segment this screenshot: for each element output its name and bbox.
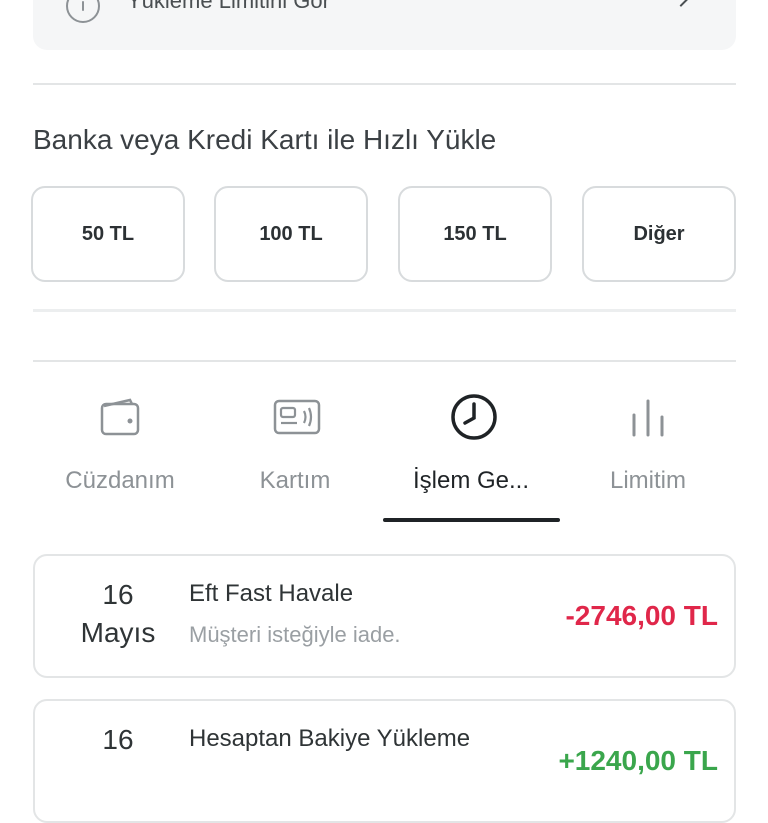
transaction-item[interactable]: 16 Hesaptan Bakiye Yükleme +1240,00 TL: [33, 699, 736, 823]
transaction-item[interactable]: 16 Mayıs Eft Fast Havale Müşteri isteğiy…: [33, 554, 736, 678]
divider: [33, 83, 736, 85]
tab-label: İşlem Ge...: [412, 467, 530, 494]
amount-button-150[interactable]: 150 TL: [398, 186, 552, 282]
wallet-icon: [98, 395, 142, 439]
tab-label: Cüzdanım: [65, 467, 175, 494]
transaction-date: 16 Mayıs: [63, 576, 173, 652]
tab-history[interactable]: İşlem Ge...: [383, 394, 559, 525]
tab-label: Limitim: [610, 467, 686, 494]
clock-icon: [449, 394, 497, 440]
transaction-title: Eft Fast Havale: [189, 580, 354, 607]
card-icon: [273, 395, 321, 439]
transaction-day: 16: [102, 724, 134, 755]
limit-card[interactable]: Yükleme Limitini Gör: [33, 0, 736, 50]
transaction-date: 16: [63, 721, 173, 759]
limit-card-label: Yükleme Limitini Gör: [127, 0, 330, 13]
tab-label: Kartım: [259, 467, 331, 494]
amount-button-other[interactable]: Diğer: [582, 186, 736, 282]
transaction-day: 16: [102, 579, 134, 610]
tab-card[interactable]: Kartım: [207, 395, 383, 525]
tab-limit[interactable]: Limitim: [560, 395, 736, 525]
active-tab-indicator: [383, 518, 560, 522]
amount-button-50[interactable]: 50 TL: [31, 186, 185, 282]
transaction-month: Mayıs: [80, 617, 156, 648]
transaction-amount: -2746,00 TL: [565, 600, 718, 631]
chevron-right-icon: [671, 0, 691, 7]
tab-wallet[interactable]: Cüzdanım: [32, 395, 208, 525]
transaction-description: Müşteri isteğiyle iade.: [189, 622, 401, 647]
info-icon: [66, 0, 100, 23]
quick-load-title: Banka veya Kredi Kartı ile Hızlı Yükle: [33, 124, 497, 155]
transaction-amount: +1240,00 TL: [558, 745, 718, 776]
bars-icon: [626, 395, 670, 439]
divider: [33, 309, 736, 312]
transaction-title: Hesaptan Bakiye Yükleme: [189, 725, 471, 752]
amount-button-100[interactable]: 100 TL: [214, 186, 368, 282]
divider: [33, 360, 736, 362]
